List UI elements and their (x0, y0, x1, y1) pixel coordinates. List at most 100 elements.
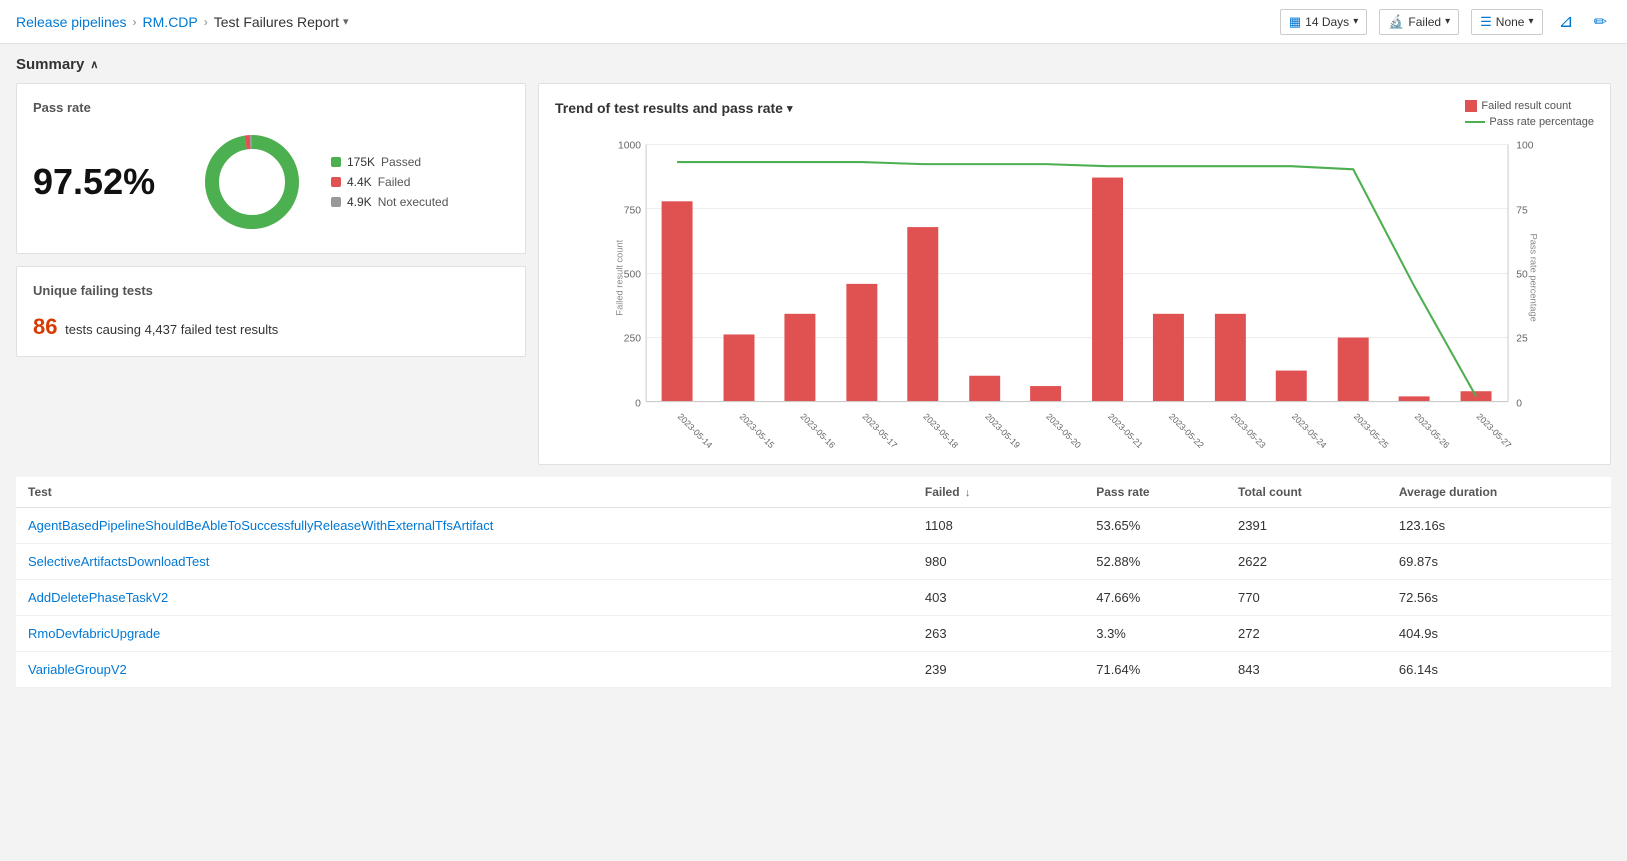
pass-rate-line-label: Pass rate percentage (1489, 116, 1594, 128)
pass-rate: 52.88% (1084, 544, 1226, 580)
svg-text:750: 750 (624, 206, 641, 217)
sort-icon: ↓ (965, 487, 971, 499)
bar-11 (1338, 338, 1369, 402)
donut-svg (197, 127, 307, 237)
days-chevron-icon: ▾ (1353, 16, 1358, 27)
failed-count: 980 (913, 544, 1040, 580)
avg-duration: 404.9s (1387, 616, 1611, 652)
summary-header[interactable]: Summary ∧ (16, 56, 1611, 73)
group-filter-button[interactable]: ☰ None ▾ (1471, 9, 1542, 35)
bar-1 (724, 334, 755, 401)
outcome-filter-button[interactable]: 🔬 Failed ▾ (1379, 9, 1459, 35)
test-results-table: Test Failed ↓ Pass rate Total count Aver… (16, 477, 1611, 688)
pass-rate-line-icon (1465, 121, 1485, 123)
legend-passed: 175K Passed (331, 155, 448, 169)
x-axis-labels: 2023-05-14 2023-05-15 2023-05-16 2023-05… (676, 411, 1514, 448)
bar-7 (1092, 178, 1123, 402)
table-row: RmoDevfabricUpgrade 263 3.3% 272 404.9s (16, 616, 1611, 652)
test-name[interactable]: SelectiveArtifactsDownloadTest (16, 544, 913, 580)
bar-line-chart-svg: 1000 750 500 250 0 100 75 50 25 0 Failed… (555, 128, 1594, 448)
passed-label: Passed (381, 155, 421, 169)
outcome-filter-label: Failed (1408, 15, 1441, 29)
failed-dot (331, 177, 341, 187)
table-row: AgentBasedPipelineShouldBeAbleToSuccessf… (16, 508, 1611, 544)
breadcrumb-pipelines[interactable]: Release pipelines (16, 14, 127, 30)
failed-count: 1108 (913, 508, 1040, 544)
outcome-chevron-icon: ▾ (1445, 16, 1450, 27)
bar-6 (1030, 386, 1061, 401)
pass-rate-value: 97.52% (33, 161, 173, 203)
svg-text:2023-05-25: 2023-05-25 (1352, 411, 1391, 448)
avg-duration: 69.87s (1387, 544, 1611, 580)
left-col: Pass rate 97.52% (16, 83, 526, 465)
table-row: VariableGroupV2 239 71.64% 843 66.14s (16, 652, 1611, 688)
svg-text:0: 0 (635, 399, 641, 410)
test-name[interactable]: AgentBasedPipelineShouldBeAbleToSuccessf… (16, 508, 913, 544)
chart-chevron-icon[interactable]: ▾ (787, 102, 793, 115)
test-name[interactable]: VariableGroupV2 (16, 652, 913, 688)
pass-rate: 71.64% (1084, 652, 1226, 688)
days-filter-button[interactable]: ▦ 14 Days ▾ (1280, 9, 1367, 35)
main-filter-button[interactable]: ⊿ (1555, 7, 1578, 36)
unique-tests-description: 86 tests causing 4,437 failed test resul… (33, 314, 509, 340)
chart-title: Trend of test results and pass rate (555, 100, 783, 116)
breadcrumb-current: Test Failures Report ▾ (214, 14, 349, 30)
not-executed-label: Not executed (378, 195, 449, 209)
chart-legend: Failed result count Pass rate percentage (1465, 100, 1594, 128)
legend-not-executed: 4.9K Not executed (331, 195, 448, 209)
chart-svg-container: 1000 750 500 250 0 100 75 50 25 0 Failed… (555, 128, 1594, 448)
failed-count: 263 (913, 616, 1040, 652)
test-name[interactable]: AddDeletePhaseTaskV2 (16, 580, 913, 616)
bar-9 (1215, 314, 1246, 402)
svg-text:2023-05-23: 2023-05-23 (1229, 411, 1268, 448)
breadcrumb-chevron[interactable]: ▾ (343, 15, 349, 28)
pass-rate-card: Pass rate 97.52% (16, 83, 526, 254)
svg-text:Failed result count: Failed result count (614, 239, 624, 315)
bar-5 (969, 376, 1000, 402)
failed-label: Failed (378, 175, 411, 189)
empty-cell (1040, 652, 1084, 688)
avg-duration: 66.14s (1387, 652, 1611, 688)
svg-text:2023-05-18: 2023-05-18 (921, 411, 960, 448)
group-filter-label: None (1496, 15, 1525, 29)
svg-text:50: 50 (1516, 270, 1528, 281)
failed-count: 239 (913, 652, 1040, 688)
total-count: 770 (1226, 580, 1387, 616)
test-name[interactable]: RmoDevfabricUpgrade (16, 616, 913, 652)
group-chevron-icon: ▾ (1528, 16, 1533, 27)
calendar-icon: ▦ (1289, 14, 1301, 30)
avg-duration: 72.56s (1387, 580, 1611, 616)
empty-cell (1040, 580, 1084, 616)
legend-failed: 4.4K Failed (331, 175, 448, 189)
donut-chart (197, 127, 307, 237)
outcome-icon: 🔬 (1388, 14, 1404, 30)
not-executed-count: 4.9K (347, 195, 372, 209)
breadcrumb-rm[interactable]: RM.CDP (143, 14, 198, 30)
pass-rate-content: 97.52% (33, 127, 509, 237)
col-failed[interactable]: Failed ↓ (913, 477, 1040, 508)
svg-text:2023-05-26: 2023-05-26 (1413, 411, 1452, 448)
breadcrumb-sep1: › (133, 15, 137, 29)
svg-text:2023-05-15: 2023-05-15 (738, 411, 777, 448)
passed-dot (331, 157, 341, 167)
edit-icon-button[interactable]: ✏ (1590, 8, 1611, 36)
table-row: SelectiveArtifactsDownloadTest 980 52.88… (16, 544, 1611, 580)
failed-count: 403 (913, 580, 1040, 616)
col-empty (1040, 477, 1084, 508)
summary-grid: Pass rate 97.52% (16, 83, 1611, 465)
unique-tests-card: Unique failing tests 86 tests causing 4,… (16, 266, 526, 357)
unique-tests-title: Unique failing tests (33, 283, 509, 298)
pass-rate-title: Pass rate (33, 100, 509, 115)
svg-text:500: 500 (624, 270, 641, 281)
svg-text:2023-05-17: 2023-05-17 (860, 411, 899, 448)
svg-text:1000: 1000 (618, 141, 641, 152)
total-count: 272 (1226, 616, 1387, 652)
svg-text:Pass rate percentage: Pass rate percentage (1529, 234, 1539, 322)
svg-text:250: 250 (624, 334, 641, 345)
breadcrumb-sep2: › (204, 15, 208, 29)
svg-text:2023-05-20: 2023-05-20 (1044, 411, 1083, 448)
col-total-count: Total count (1226, 477, 1387, 508)
svg-text:75: 75 (1516, 206, 1528, 217)
trend-chart-card: Trend of test results and pass rate ▾ Fa… (538, 83, 1611, 465)
failed-bar-icon (1465, 100, 1477, 112)
